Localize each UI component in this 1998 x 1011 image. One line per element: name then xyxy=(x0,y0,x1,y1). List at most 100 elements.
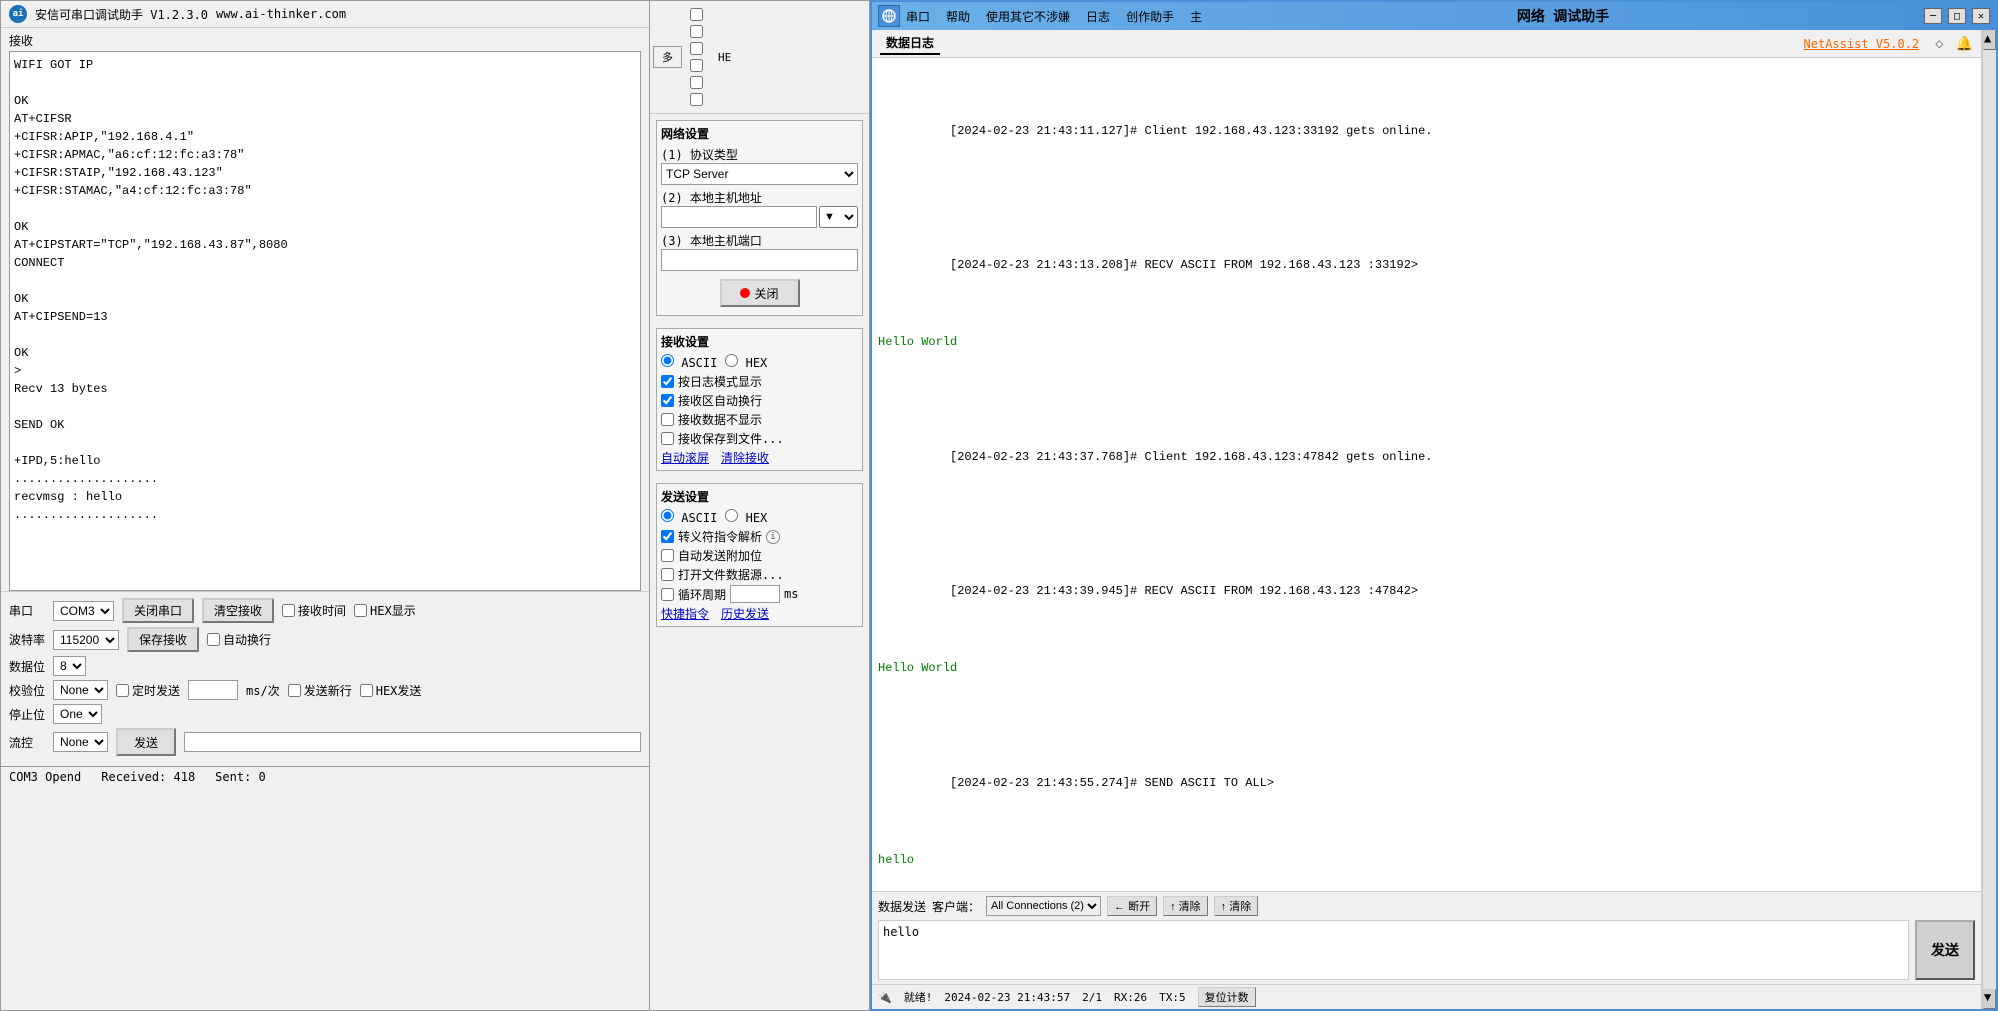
loop-label: 循环周期 xyxy=(678,586,726,603)
hex-send-checkbox[interactable] xyxy=(360,684,373,697)
footer-datetime: 2024-02-23 21:43:57 xyxy=(944,991,1070,1004)
log-mode-checkbox[interactable] xyxy=(661,375,674,388)
send-input-area[interactable]: hello xyxy=(878,920,1909,980)
protocol-label: (1) 协议类型 xyxy=(661,146,858,163)
right-content: 数据日志 NetAssist V5.0.2 ◇ 🔔 [2024-02-23 21… xyxy=(872,30,1996,1009)
quick-cmd-link[interactable]: 快捷指令 xyxy=(661,605,709,622)
recv-time-checkbox[interactable] xyxy=(282,604,295,617)
host-dropdown[interactable]: ▼ xyxy=(819,206,858,228)
menu-other[interactable]: 使用其它不涉嫌 xyxy=(986,8,1070,25)
scroll-up-btn[interactable]: ▲ xyxy=(1983,30,1996,50)
menu-main[interactable]: 主 xyxy=(1190,8,1202,25)
send-settings-title: 发送设置 xyxy=(661,488,858,505)
parity-select[interactable]: None xyxy=(53,680,108,700)
clear-recv-btn[interactable]: 清空接收 xyxy=(202,598,274,623)
send-settings-section: 发送设置 ASCII HEX 转义符指令解析 i 自动发送附加位 打开文件数据源… xyxy=(656,483,863,627)
client-select[interactable]: All Connections (2) xyxy=(986,896,1101,916)
rx-label: RX:26 xyxy=(1114,991,1147,1004)
info-icon[interactable]: i xyxy=(766,530,780,544)
clear-btn-1[interactable]: ↑ 清除 xyxy=(1163,896,1208,916)
loop-value-input[interactable]: 1000 xyxy=(730,585,780,603)
big-send-btn[interactable]: 发送 xyxy=(1915,920,1975,980)
clear-btn-2[interactable]: ↑ 清除 xyxy=(1214,896,1259,916)
send-input-content: hello xyxy=(883,925,919,939)
disconnect-btn[interactable]: ← 断开 xyxy=(1107,896,1157,916)
win-minimize-btn[interactable]: ─ xyxy=(1924,8,1942,24)
flow-label: 流控 xyxy=(9,734,45,751)
hex-display-check[interactable]: HEX显示 xyxy=(354,602,416,619)
log-entry-1: [2024-02-23 21:43:11.127]# Client 192.16… xyxy=(878,102,1975,160)
close-port-btn[interactable]: 关闭串口 xyxy=(122,598,194,623)
stopbits-select[interactable]: One xyxy=(53,704,102,724)
timed-send-checkbox[interactable] xyxy=(116,684,129,697)
auto-add-checkbox[interactable] xyxy=(661,549,674,562)
escape-checkbox[interactable] xyxy=(661,530,674,543)
multi-btn[interactable]: 多 xyxy=(653,46,682,68)
win-maximize-btn[interactable]: □ xyxy=(1948,8,1966,24)
auto-add-label: 自动发送附加位 xyxy=(678,547,762,564)
clear-recv-link[interactable]: 清除接收 xyxy=(721,449,769,466)
log-entry-4: [2024-02-23 21:43:39.945]# RECV ASCII FR… xyxy=(878,563,1975,621)
menu-serial[interactable]: 串口 xyxy=(906,8,930,25)
auto-wrap-recv-checkbox[interactable] xyxy=(661,394,674,407)
scroll-track xyxy=(1983,50,1996,989)
hex-display-checkbox[interactable] xyxy=(354,604,367,617)
host-input[interactable]: 192.168.43.87 xyxy=(661,206,817,228)
loop-checkbox[interactable] xyxy=(661,588,674,601)
send-input-row: hello 发送 xyxy=(878,920,1975,980)
port-section-label: (3) 本地主机端口 xyxy=(661,232,858,249)
win-close-btn[interactable]: ✕ xyxy=(1972,8,1990,24)
auto-scroll-link[interactable]: 自动滚屏 xyxy=(661,449,709,466)
auto-wrap-check[interactable]: 自动换行 xyxy=(207,631,271,648)
host-row: (2) 本地主机地址 192.168.43.87 ▼ xyxy=(661,189,858,228)
control-row-4: 校验位 None 定时发送 800 ms/次 发送新行 HEX发送 xyxy=(9,680,641,700)
timed-send-check[interactable]: 定时发送 xyxy=(116,682,180,699)
log-area[interactable]: [2024-02-23 21:43:11.127]# Client 192.16… xyxy=(872,58,1981,891)
recv-area[interactable]: WIFI GOT IP OK AT+CIFSR +CIFSR:APIP,"192… xyxy=(9,51,641,591)
protocol-dropdown-row: TCP Server xyxy=(661,163,858,185)
log-ts-2: [2024-02-23 21:43:13.208]# RECV ASCII FR… xyxy=(950,258,1418,272)
recv-time-check[interactable]: 接收时间 xyxy=(282,602,346,619)
left-status-bar: COM3 Opend Received: 418 Sent: 0 xyxy=(1,766,649,787)
local-port-input[interactable]: 8080 xyxy=(661,249,858,271)
flow-select[interactable]: None xyxy=(53,732,108,752)
no-display-checkbox[interactable] xyxy=(661,413,674,426)
data-log-panel: 数据日志 NetAssist V5.0.2 ◇ 🔔 [2024-02-23 21… xyxy=(872,30,1982,1009)
log-entry-5: [2024-02-23 21:43:55.274]# SEND ASCII TO… xyxy=(878,755,1975,813)
menu-log[interactable]: 日志 xyxy=(1086,8,1110,25)
net-icon xyxy=(878,5,900,27)
auto-wrap-checkbox[interactable] xyxy=(207,633,220,646)
history-link[interactable]: 历史发送 xyxy=(721,605,769,622)
recv-settings-section: 接收设置 ASCII HEX 按日志模式显示 接收区自动换行 接收数据不显示 接… xyxy=(656,328,863,471)
tab-data-log[interactable]: 数据日志 xyxy=(880,32,940,55)
menu-creator[interactable]: 创作助手 xyxy=(1126,8,1174,25)
reset-count-btn[interactable]: 复位计数 xyxy=(1198,987,1256,1007)
new-line-checkbox[interactable] xyxy=(288,684,301,697)
scroll-down-btn[interactable]: ▼ xyxy=(1983,989,1996,1009)
menu-help[interactable]: 帮助 xyxy=(946,8,970,25)
right-netassist-panel: 串口 帮助 使用其它不涉嫌 日志 创作助手 主 网络 调试助手 ─ □ ✕ 数据… xyxy=(870,0,1998,1011)
send-content-input[interactable]: LED OFF xyxy=(184,732,641,752)
port-select[interactable]: COM3 xyxy=(53,601,114,621)
databits-select[interactable]: 8 xyxy=(53,656,86,676)
protocol-select[interactable]: TCP Server xyxy=(661,163,858,185)
new-line-check[interactable]: 发送新行 xyxy=(288,682,352,699)
timed-send-input[interactable]: 800 xyxy=(188,680,238,700)
send-mode-row: ASCII HEX xyxy=(661,509,858,525)
ascii-send-label: ASCII xyxy=(681,511,717,525)
timed-send-label: 定时发送 xyxy=(132,682,180,699)
tx-label: TX:5 xyxy=(1159,991,1186,1004)
baud-select[interactable]: 115200 xyxy=(53,630,119,650)
left-title-bar: ai 安信可串口调试助手 V1.2.3.0 www.ai-thinker.com xyxy=(1,1,649,28)
bell-icon: 🔔 xyxy=(1956,36,1973,52)
open-file-checkbox[interactable] xyxy=(661,568,674,581)
network-close-btn[interactable]: 关闭 xyxy=(720,279,800,307)
hex-send-check[interactable]: HEX发送 xyxy=(360,682,422,699)
baud-label: 波特率 xyxy=(9,631,45,648)
right-scrollbar[interactable]: ▲ ▼ xyxy=(1982,30,1996,1009)
no-display-label: 接收数据不显示 xyxy=(678,411,762,428)
send-btn[interactable]: 发送 xyxy=(116,728,176,756)
sent-count: Sent: 0 xyxy=(215,770,266,784)
save-recv-btn[interactable]: 保存接收 xyxy=(127,627,199,652)
save-file-checkbox[interactable] xyxy=(661,432,674,445)
